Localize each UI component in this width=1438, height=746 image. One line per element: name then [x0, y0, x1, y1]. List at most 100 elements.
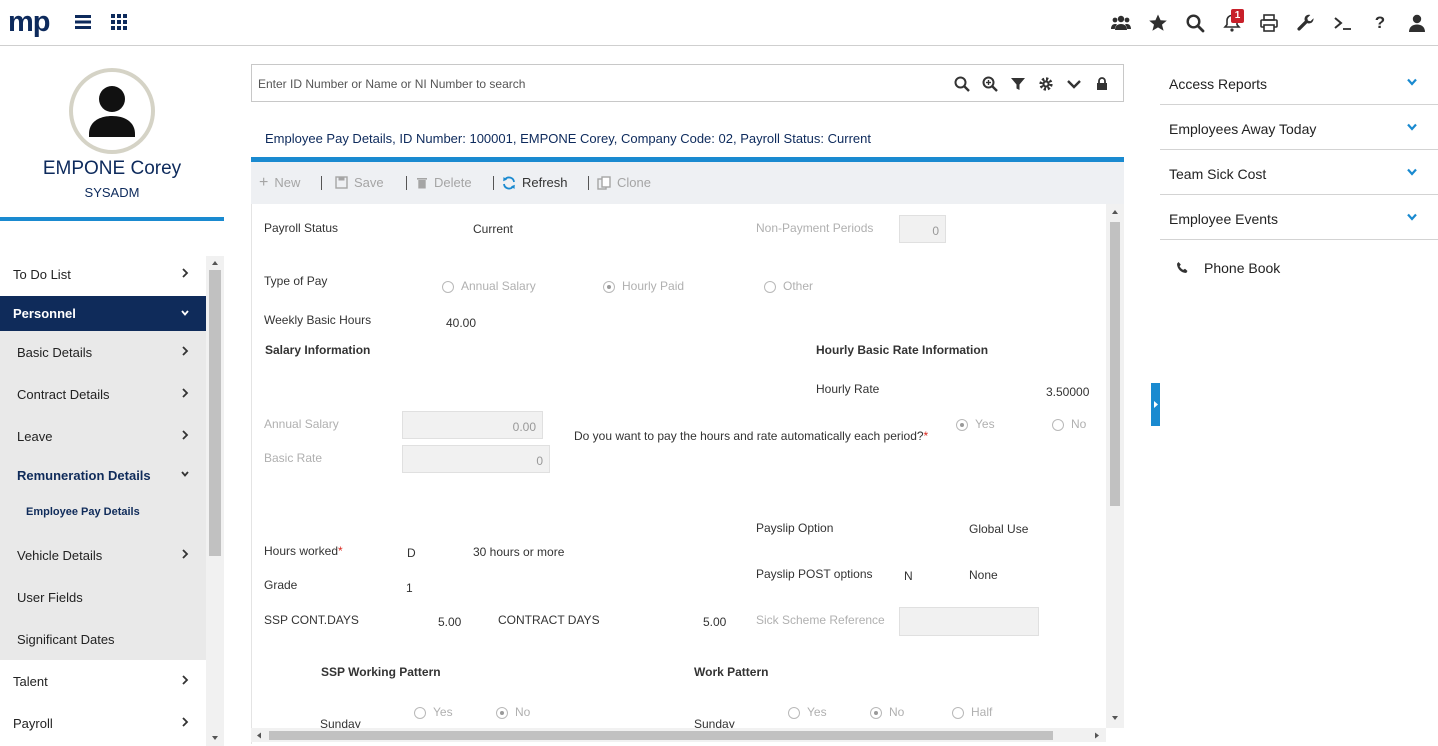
team-icon[interactable] [1111, 13, 1131, 33]
sidebar-item-to-do-list[interactable]: To Do List [0, 253, 206, 295]
ssp-sunday-yes-radio[interactable] [414, 707, 426, 719]
sidebar-scroll-thumb[interactable] [209, 270, 221, 556]
sidebar-item-payroll[interactable]: Payroll [0, 702, 206, 744]
ssp-sunday-yes-label: Yes [433, 705, 453, 719]
search-input[interactable] [258, 77, 918, 91]
phone-book-link[interactable]: Phone Book [1160, 250, 1438, 286]
payslip-post-value: None [969, 568, 998, 582]
refresh-button[interactable]: Refresh [502, 175, 568, 190]
chevron-down-icon [1407, 78, 1417, 86]
toolbar-separator [406, 176, 407, 190]
chevron-right-icon [182, 268, 189, 278]
widget-employees-away-today[interactable]: Employees Away Today [1160, 105, 1438, 150]
lock-icon[interactable] [1093, 75, 1111, 93]
delete-button-label: Delete [434, 175, 472, 190]
avatar [69, 68, 155, 154]
ssp-sunday-no-radio[interactable] [496, 707, 508, 719]
form-vertical-scroll-thumb[interactable] [1110, 222, 1120, 506]
non-payment-periods-field[interactable]: 0 [899, 215, 946, 243]
user-icon[interactable] [1407, 13, 1427, 33]
grade-value[interactable]: 1 [406, 581, 413, 595]
chevron-down-icon[interactable] [1065, 75, 1083, 93]
menu-icon[interactable] [74, 13, 92, 31]
auto-pay-yes-label: Yes [975, 417, 995, 431]
work-sunday-no-radio[interactable] [870, 707, 882, 719]
sidebar-item-employee-pay-details[interactable]: Employee Pay Details [0, 494, 206, 534]
save-button-label: Save [354, 175, 384, 190]
hourly-rate-heading: Hourly Basic Rate Information [816, 343, 989, 357]
star-icon[interactable] [1148, 13, 1168, 33]
new-button-label: New [274, 175, 301, 190]
widget-access-reports[interactable]: Access Reports [1160, 60, 1438, 105]
clone-button[interactable]: Clone [597, 175, 651, 190]
wrench-icon[interactable] [1296, 13, 1316, 33]
search-icon[interactable] [1185, 13, 1205, 33]
print-icon[interactable] [1259, 13, 1279, 33]
search-icon[interactable] [953, 75, 971, 93]
ssp-sunday-no-label: No [515, 705, 531, 719]
type-of-pay-annual-radio[interactable] [442, 281, 454, 293]
delete-button[interactable]: Delete [416, 175, 472, 190]
sidebar-item-contract-details[interactable]: Contract Details [0, 373, 206, 415]
chevron-down-icon [1407, 213, 1417, 221]
employee-name: EMPONE Corey [42, 158, 182, 179]
widget-team-sick-cost[interactable]: Team Sick Cost [1160, 150, 1438, 195]
annual-salary-field[interactable]: 0.00 [402, 411, 543, 439]
contract-days-label: CONTRACT DAYS [498, 613, 600, 627]
help-icon[interactable]: ? [1370, 13, 1390, 33]
sidebar-item-talent[interactable]: Talent [0, 660, 206, 702]
form-vertical-scrollbar[interactable] [1106, 204, 1124, 728]
floppy-icon [335, 176, 348, 189]
clone-button-label: Clone [617, 175, 651, 190]
panel-collapse-toggle[interactable] [1151, 383, 1160, 426]
sidebar-item-basic-details[interactable]: Basic Details [0, 331, 206, 373]
type-of-pay-hourly-radio[interactable] [603, 281, 615, 293]
filter-icon[interactable] [1009, 75, 1027, 93]
sidebar-scrollbar[interactable] [206, 256, 224, 746]
auto-pay-no-radio[interactable] [1052, 419, 1064, 431]
new-button[interactable]: + New [259, 174, 301, 190]
payslip-option-label: Payslip Option [756, 521, 834, 535]
gear-icon[interactable] [1037, 75, 1055, 93]
sidebar-item-label: Basic Details [17, 345, 93, 360]
app-logo[interactable]: mp [8, 8, 50, 37]
chevron-right-icon [182, 346, 189, 356]
sidebar-item-leave[interactable]: Leave [0, 415, 206, 457]
widget-title: Access Reports [1169, 76, 1268, 92]
employee-search-bar [251, 64, 1124, 102]
payslip-post-label: Payslip POST options [756, 567, 873, 581]
required-marker: * [923, 429, 929, 443]
save-button[interactable]: Save [335, 175, 384, 190]
basic-rate-label: Basic Rate [264, 451, 323, 465]
widget-employee-events[interactable]: Employee Events [1160, 195, 1438, 240]
chevron-right-icon [182, 430, 189, 440]
hours-worked-label: Hours worked* [264, 544, 343, 558]
hours-worked-code[interactable]: D [407, 546, 416, 560]
ssp-cont-days-label: SSP CONT.DAYS [264, 613, 359, 627]
toolbar-separator [588, 176, 589, 190]
type-of-pay-other-label: Other [783, 279, 814, 293]
auto-pay-yes-radio[interactable] [956, 419, 968, 431]
sidebar-item-remuneration-details[interactable]: Remuneration Details [0, 454, 206, 496]
toolbar-separator [321, 176, 322, 190]
sidebar-item-vehicle-details[interactable]: Vehicle Details [0, 534, 206, 576]
sick-scheme-reference-field[interactable] [899, 607, 1039, 636]
ssp-working-pattern-heading: SSP Working Pattern [321, 665, 441, 679]
annual-salary-label: Annual Salary [264, 417, 339, 431]
work-sunday-yes-radio[interactable] [788, 707, 800, 719]
advanced-search-icon[interactable] [981, 75, 999, 93]
basic-rate-field[interactable]: 0 [402, 445, 550, 473]
sidebar-item-user-fields[interactable]: User Fields [0, 576, 206, 618]
work-sunday-half-radio[interactable] [952, 707, 964, 719]
form-horizontal-scrollbar[interactable] [251, 728, 1106, 742]
type-of-pay-other-radio[interactable] [764, 281, 776, 293]
payslip-option-value: Global Use [969, 522, 1029, 536]
payslip-post-code[interactable]: N [904, 569, 913, 583]
form-horizontal-scroll-thumb[interactable] [269, 731, 1053, 740]
sidebar-item-label: Employee Pay Details [26, 506, 140, 518]
apps-grid-icon[interactable] [110, 13, 128, 31]
sidebar-item-significant-dates[interactable]: Significant Dates [0, 618, 206, 660]
sidebar-item-personnel[interactable]: Personnel [0, 296, 206, 331]
terminal-icon[interactable] [1333, 13, 1353, 33]
hourly-rate-value: 3.50000 [1046, 385, 1090, 399]
